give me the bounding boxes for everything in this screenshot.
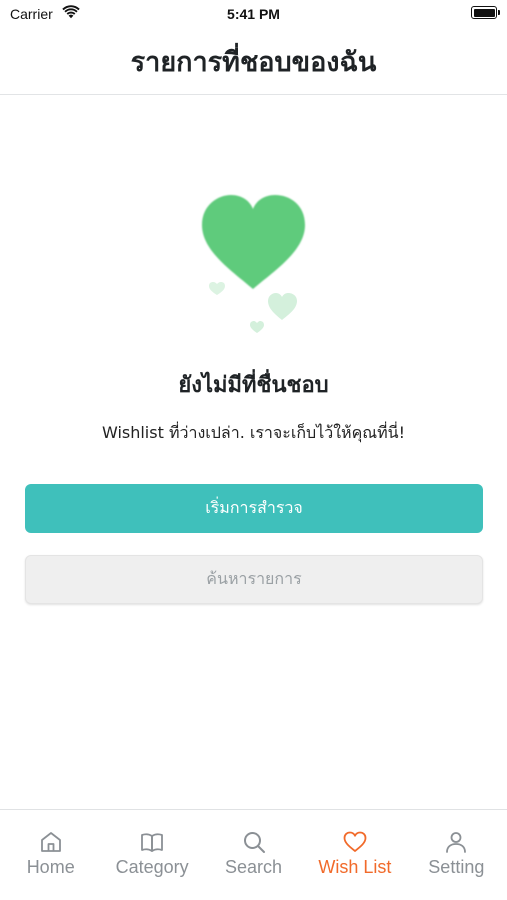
book-icon — [141, 833, 164, 852]
page-title: รายการที่ชอบของฉัน — [130, 46, 377, 78]
navigation-header: รายการที่ชอบของฉัน — [0, 28, 507, 95]
tab-setting-label: Setting — [428, 857, 485, 877]
tab-wish-list[interactable]: Wish List — [304, 810, 405, 900]
status-bar: Carrier 5:41 PM — [0, 0, 507, 28]
status-time: 5:41 PM — [227, 6, 280, 22]
battery-icon — [471, 6, 500, 19]
tab-setting[interactable]: Setting — [406, 810, 507, 900]
tab-category[interactable]: Category — [101, 810, 202, 900]
user-icon — [446, 832, 467, 853]
tab-bar: Home Category Search Wish List Setting — [0, 809, 507, 900]
tab-home[interactable]: Home — [0, 810, 101, 900]
tab-category-label: Category — [115, 857, 189, 877]
home-icon — [40, 832, 61, 852]
tab-home-label: Home — [26, 857, 75, 877]
tab-wish-list-label: Wish List — [318, 857, 392, 877]
search-icon — [243, 832, 265, 853]
search-items-button[interactable]: ค้นหารายการ — [25, 555, 483, 604]
empty-state-message: Wishlist ที่ว่างเปล่า. เราจะเก็บไว้ให้คุ… — [101, 423, 406, 442]
empty-state-title: ยังไม่มีที่ชื่นชอบ — [178, 373, 329, 398]
tab-search-label: Search — [224, 857, 283, 877]
green-hearts-icon — [0, 185, 507, 345]
heart-icon — [343, 831, 367, 852]
start-exploring-button[interactable]: เริ่มการสำรวจ — [25, 484, 483, 533]
tab-search[interactable]: Search — [203, 810, 304, 900]
